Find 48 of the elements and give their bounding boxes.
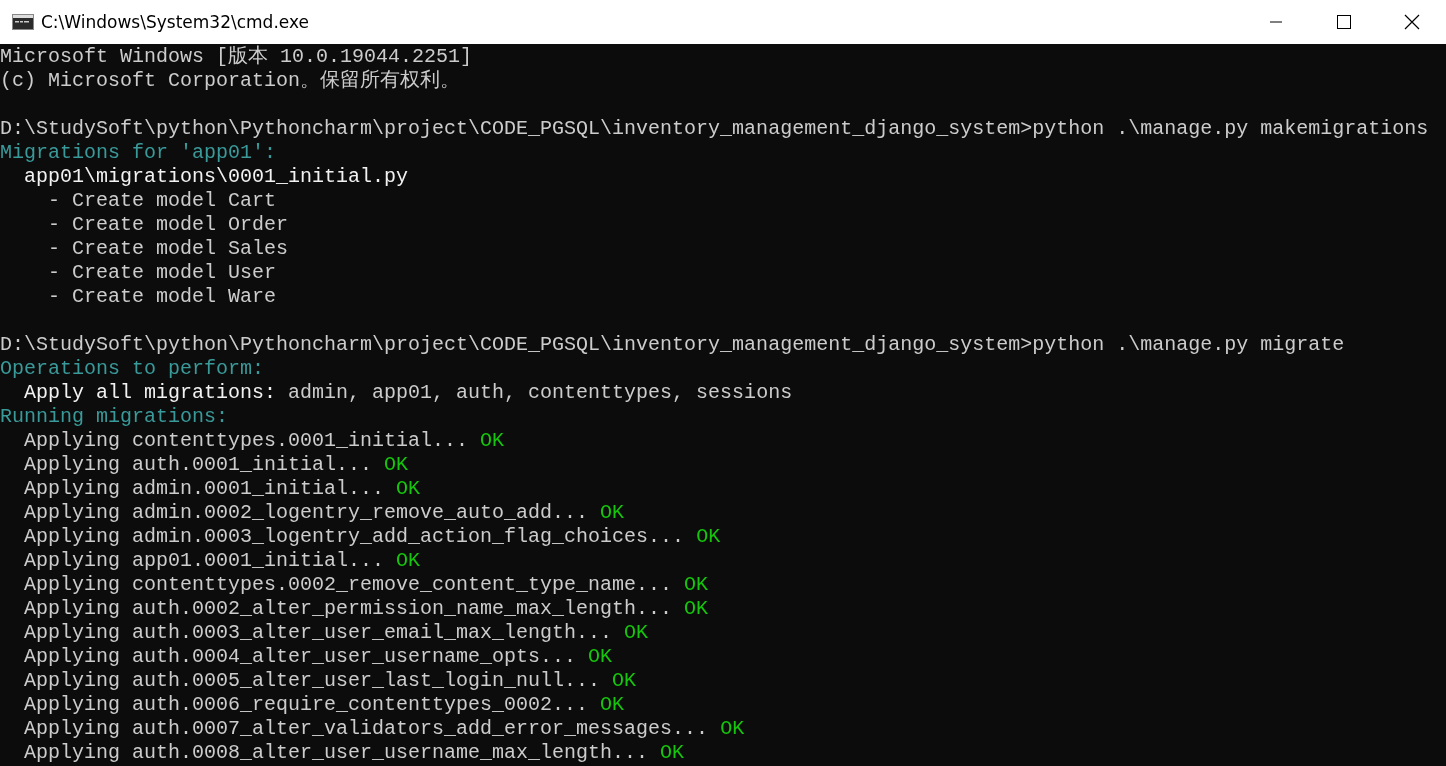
console-text: Applying admin.0002_logentry_remove_auto_add... — [23, 501, 589, 524]
console-text: Applying app01.0001_initial... — [23, 549, 385, 572]
ok-status: OK — [683, 573, 709, 596]
ok-status: OK — [395, 549, 421, 572]
console-text: D:\StudySoft\python\Pythoncharm\project\CODE_PGSQL\inventory_management_django_system>python .\manage.py migrate — [0, 333, 1345, 356]
ok-status: OK — [611, 669, 637, 692]
window-title: C:\Windows\System32\cmd.exe — [41, 12, 310, 32]
console-text: Applying admin.0001_initial... — [23, 477, 385, 500]
console-text: Applying admin.0003_logentry_add_action_flag_choices... — [23, 525, 685, 548]
ok-status: OK — [683, 597, 709, 620]
console-text: Applying auth.0007_alter_validators_add_error_messages... — [23, 717, 709, 740]
console-text: - Create model Order — [47, 213, 289, 236]
console-text: Applying auth.0008_alter_user_username_max_length... — [23, 741, 649, 764]
ok-status: OK — [479, 429, 505, 452]
ok-status: OK — [695, 525, 721, 548]
close-icon — [1404, 14, 1420, 30]
ok-status: OK — [599, 693, 625, 716]
ok-status: OK — [599, 501, 625, 524]
console-text: - Create model Sales — [47, 237, 289, 260]
console-text: Applying auth.0001_initial... — [23, 453, 373, 476]
ok-status: OK — [659, 741, 685, 764]
terminal-icon — [12, 14, 34, 30]
console-text: admin, app01, auth, contenttypes, sessions — [287, 381, 793, 404]
console-text: Microsoft Windows [版本 10.0.19044.2251] — [0, 45, 473, 68]
console-text: Applying contenttypes.0002_remove_content_type_name... — [23, 573, 673, 596]
console-text: Applying auth.0005_alter_user_last_login_null... — [23, 669, 601, 692]
console-text: D:\StudySoft\python\Pythoncharm\project\CODE_PGSQL\inventory_management_django_system>python .\manage.py makemigrations — [0, 117, 1429, 140]
console-text: Applying contenttypes.0001_initial... — [23, 429, 469, 452]
console-text: - Create model User — [47, 261, 277, 284]
console-text: Applying auth.0006_require_contenttypes_0002... — [23, 693, 589, 716]
console-heading: Running migrations: — [0, 405, 229, 428]
maximize-icon — [1337, 15, 1351, 29]
ok-status: OK — [623, 621, 649, 644]
ok-status: OK — [719, 717, 745, 740]
console-text: Applying auth.0003_alter_user_email_max_length... — [23, 621, 613, 644]
console-heading: Migrations for 'app01': — [0, 141, 277, 164]
console-text: - Create model Ware — [47, 285, 277, 308]
console-text: app01\migrations\0001_initial.py — [23, 165, 409, 188]
console-text: Applying auth.0002_alter_permission_name_max_length... — [23, 597, 673, 620]
console-text: Apply all migrations: — [23, 381, 277, 404]
console-text: Applying auth.0004_alter_user_username_opts... — [23, 645, 577, 668]
ok-status: OK — [383, 453, 409, 476]
console-text: (c) Microsoft Corporation。保留所有权利。 — [0, 69, 461, 92]
ok-status: OK — [587, 645, 613, 668]
console-heading: Operations to perform: — [0, 357, 265, 380]
console-text: - Create model Cart — [47, 189, 277, 212]
minimize-icon — [1270, 21, 1282, 23]
ok-status: OK — [395, 477, 421, 500]
